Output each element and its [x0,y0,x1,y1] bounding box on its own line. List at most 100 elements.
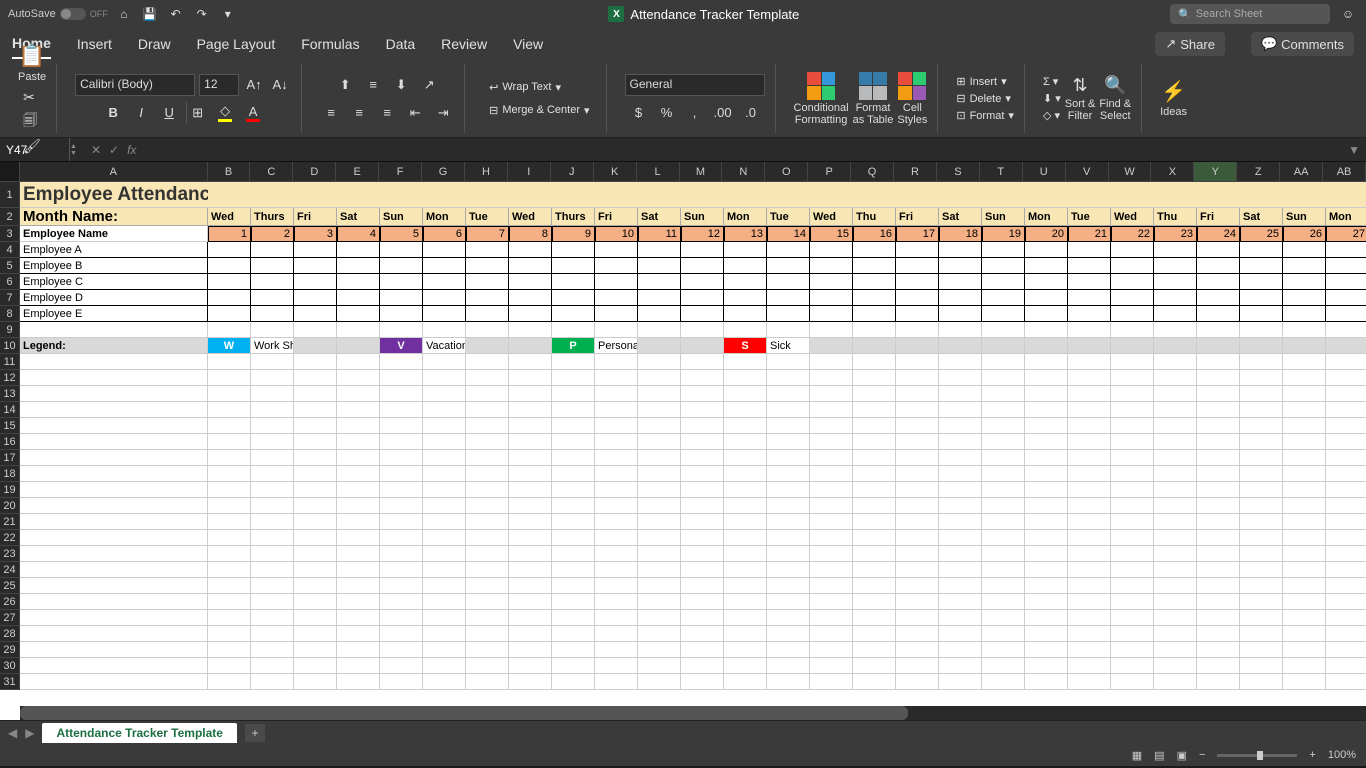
legend-label-cell[interactable]: Legend: [20,338,208,354]
cell[interactable] [810,402,853,418]
attendance-cell[interactable] [251,290,294,306]
date-header-cell[interactable]: 3 [294,226,337,242]
attendance-cell[interactable] [1326,242,1366,258]
attendance-cell[interactable] [208,274,251,290]
cell[interactable] [681,546,724,562]
cell[interactable] [294,354,337,370]
cell[interactable] [1283,482,1326,498]
cell[interactable] [638,402,681,418]
cell[interactable] [380,482,423,498]
cell[interactable] [208,530,251,546]
attendance-cell[interactable] [853,258,896,274]
cell[interactable] [1197,386,1240,402]
cell[interactable] [1154,514,1197,530]
cell[interactable] [724,594,767,610]
cell[interactable] [982,498,1025,514]
attendance-cell[interactable] [724,242,767,258]
cell[interactable] [982,562,1025,578]
attendance-cell[interactable] [939,306,982,322]
cell[interactable] [1068,354,1111,370]
cell[interactable] [595,562,638,578]
increase-font-icon[interactable]: A↑ [243,74,265,96]
cell[interactable] [1283,642,1326,658]
cell[interactable] [294,546,337,562]
cell[interactable] [20,322,208,338]
cell[interactable] [251,642,294,658]
cell[interactable] [638,418,681,434]
attendance-cell[interactable] [1154,274,1197,290]
cell[interactable] [1154,370,1197,386]
cell[interactable] [466,450,509,466]
attendance-cell[interactable] [767,258,810,274]
cell[interactable] [294,562,337,578]
cell[interactable] [810,594,853,610]
date-header-cell[interactable]: 26 [1283,226,1326,242]
cell[interactable] [681,450,724,466]
attendance-cell[interactable] [595,306,638,322]
col-header-P[interactable]: P [808,162,851,182]
col-header-U[interactable]: U [1023,162,1066,182]
cell[interactable] [251,514,294,530]
date-header-cell[interactable]: 12 [681,226,724,242]
cell[interactable] [208,418,251,434]
attendance-cell[interactable] [509,274,552,290]
cell[interactable] [939,482,982,498]
cell[interactable] [294,338,337,354]
attendance-cell[interactable] [724,274,767,290]
col-header-K[interactable]: K [594,162,637,182]
cell[interactable] [1154,322,1197,338]
cell[interactable] [939,466,982,482]
cell[interactable] [638,578,681,594]
attendance-cell[interactable] [638,290,681,306]
attendance-cell[interactable] [1111,306,1154,322]
cell[interactable] [380,354,423,370]
cell[interactable] [896,594,939,610]
cell[interactable] [896,402,939,418]
cell[interactable] [423,658,466,674]
attendance-cell[interactable] [552,258,595,274]
cell[interactable] [208,370,251,386]
row-header-5[interactable]: 5 [0,258,20,274]
cell[interactable] [681,514,724,530]
cell[interactable] [896,482,939,498]
cell[interactable] [767,610,810,626]
cell[interactable] [595,610,638,626]
align-center-icon[interactable]: ≡ [348,102,370,124]
attendance-cell[interactable] [337,306,380,322]
cell[interactable] [853,562,896,578]
cell[interactable] [896,674,939,690]
cell[interactable] [896,322,939,338]
cell[interactable] [509,594,552,610]
cell[interactable] [638,386,681,402]
col-header-R[interactable]: R [894,162,937,182]
cell[interactable] [208,610,251,626]
zoom-in-button[interactable]: + [1309,749,1315,761]
attendance-cell[interactable] [724,306,767,322]
cell[interactable] [853,482,896,498]
cell[interactable] [1326,338,1366,354]
cell[interactable] [853,322,896,338]
cell[interactable] [1025,658,1068,674]
cell[interactable] [1068,338,1111,354]
cell[interactable] [853,546,896,562]
cell[interactable] [982,386,1025,402]
row-header-2[interactable]: 2 [0,208,20,226]
cell[interactable] [896,354,939,370]
cell[interactable] [337,642,380,658]
cell[interactable] [767,466,810,482]
cell[interactable] [1111,354,1154,370]
day-header-cell[interactable]: Sun [681,208,724,226]
percent-format-icon[interactable]: % [656,102,678,124]
cell[interactable] [466,402,509,418]
legend-key-cell[interactable]: P [552,338,595,354]
legend-key-cell[interactable]: W [208,338,251,354]
cell[interactable] [294,466,337,482]
cell[interactable] [1154,450,1197,466]
col-header-Q[interactable]: Q [851,162,894,182]
cell[interactable] [251,546,294,562]
cell[interactable] [681,434,724,450]
attendance-cell[interactable] [1025,258,1068,274]
cell[interactable] [982,610,1025,626]
date-header-cell[interactable]: 16 [853,226,896,242]
attendance-cell[interactable] [380,274,423,290]
